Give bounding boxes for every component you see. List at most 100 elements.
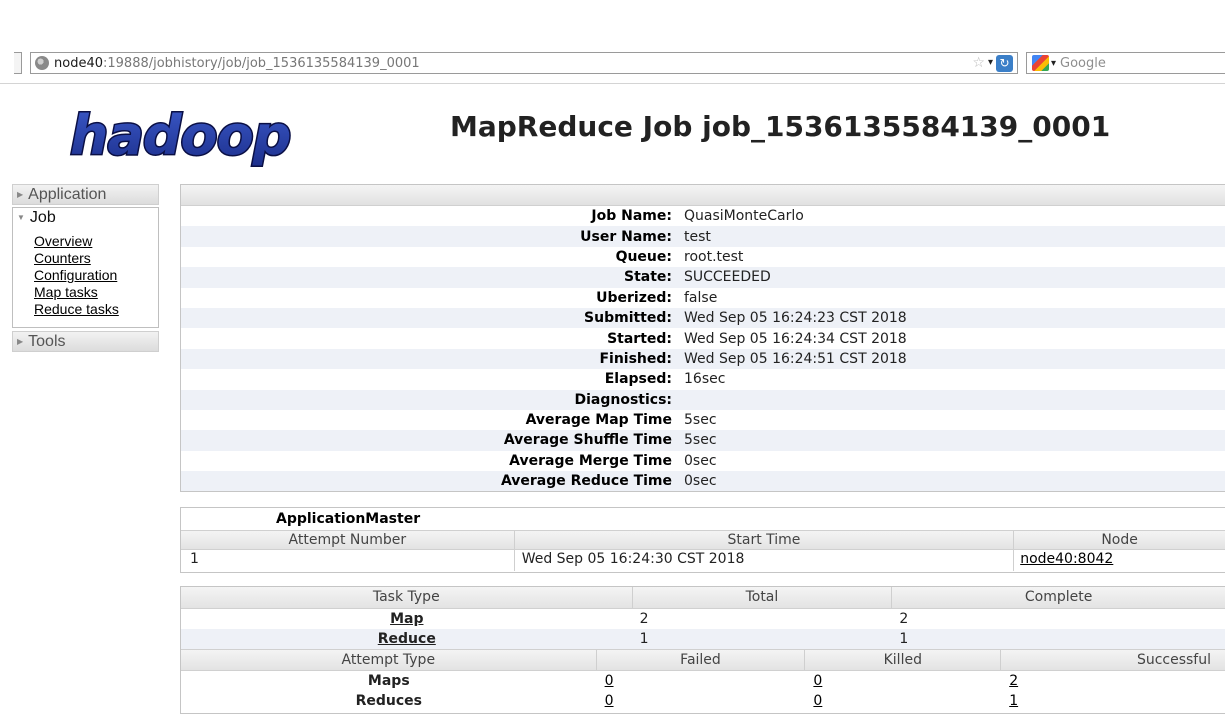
node-cell: node40:8042 xyxy=(1014,550,1225,571)
job-links: Overview Counters Configuration Map task… xyxy=(13,228,158,318)
map-tasks-link[interactable]: Map xyxy=(390,611,423,627)
info-label: Submitted: xyxy=(584,310,672,327)
info-value: SUCCEEDED xyxy=(684,269,771,286)
search-engine-dropdown-icon[interactable]: ▾ xyxy=(1051,58,1056,69)
task-type-cell: Reduce xyxy=(181,631,633,647)
failed-maps-link[interactable]: 0 xyxy=(605,673,614,689)
nav-link-counters[interactable]: Counters xyxy=(34,250,158,267)
task-header-row: Task Type Total Complete xyxy=(181,587,1225,609)
failed-cell: 0 xyxy=(597,673,806,689)
column-start-time[interactable]: Start Time xyxy=(515,531,1015,549)
job-info-table: Job Name: QuasiMonteCarlo User Name: test Qu… xyxy=(180,184,1225,492)
attempt-number-cell: 1 xyxy=(181,550,515,571)
job-info-rows: Job Name: QuasiMonteCarlo User Name: test Qu… xyxy=(181,206,1225,492)
nav-section-label: Application xyxy=(28,186,107,203)
search-engine-icon[interactable] xyxy=(1032,55,1049,71)
nav-link-overview[interactable]: Overview xyxy=(34,233,158,250)
killed-maps-link[interactable]: 0 xyxy=(813,673,822,689)
column-node[interactable]: Node xyxy=(1014,531,1225,549)
task-summary-table: Task Type Total Complete Map 2 2 Reduce … xyxy=(180,586,1225,714)
info-label: Queue: xyxy=(615,248,672,265)
info-label: Diagnostics: xyxy=(574,391,672,408)
expanded-triangle-icon: ▼ xyxy=(17,213,25,222)
nav-section-tools[interactable]: ▶ Tools xyxy=(12,331,159,352)
info-row: Average Map Time 5sec xyxy=(181,410,1225,430)
attempt-type-cell: Maps xyxy=(367,673,410,689)
table-row: 1 Wed Sep 05 16:24:30 CST 2018 node40:80… xyxy=(181,550,1225,571)
info-row: Queue: root.test xyxy=(181,247,1225,267)
node-link[interactable]: node40:8042 xyxy=(1020,551,1113,567)
info-value: false xyxy=(684,289,718,306)
table-row: Reduce 1 1 xyxy=(181,629,1225,649)
successful-cell: 1 xyxy=(1001,693,1225,709)
killed-cell: 0 xyxy=(805,693,1001,709)
task-type-cell: Map xyxy=(181,611,633,627)
application-master-header-row: Attempt Number Start Time Node xyxy=(181,530,1225,550)
info-label: Finished: xyxy=(599,350,672,367)
info-label: Uberized: xyxy=(596,289,672,306)
successful-reduces-link[interactable]: 1 xyxy=(1009,693,1018,709)
globe-icon xyxy=(35,56,49,70)
column-task-type[interactable]: Task Type xyxy=(181,587,633,608)
browser-toolbar: node40:19888/jobhistory/job/job_15361355… xyxy=(0,0,1225,84)
attempt-header-row: Attempt Type Failed Killed Successful xyxy=(181,649,1225,671)
info-row: User Name: test xyxy=(181,226,1225,247)
failed-cell: 0 xyxy=(597,693,806,709)
left-navigation: ▶ Application ▼ Job Overview Counters Conf… xyxy=(12,184,159,352)
nav-link-reduce-tasks[interactable]: Reduce tasks xyxy=(34,301,158,318)
successful-maps-link[interactable]: 2 xyxy=(1009,673,1018,689)
info-row: Finished: Wed Sep 05 16:24:51 CST 2018 xyxy=(181,348,1225,370)
info-row: Job Name: QuasiMonteCarlo xyxy=(181,206,1225,226)
column-killed[interactable]: Killed xyxy=(805,650,1002,670)
column-failed[interactable]: Failed xyxy=(597,650,806,670)
info-label: Average Reduce Time xyxy=(500,473,672,490)
info-value: QuasiMonteCarlo xyxy=(684,208,804,225)
start-time-cell: Wed Sep 05 16:24:30 CST 2018 xyxy=(515,550,1015,571)
column-total[interactable]: Total xyxy=(633,587,893,608)
search-bar[interactable]: ▾ Google xyxy=(1026,52,1225,74)
nav-section-application[interactable]: ▶ Application xyxy=(12,184,159,205)
application-master-title: ApplicationMaster xyxy=(276,511,421,527)
info-value: 0sec xyxy=(684,452,717,469)
column-attempt-number[interactable]: Attempt Number xyxy=(181,531,515,549)
complete-cell: 2 xyxy=(899,611,909,627)
application-master-table: ApplicationMaster Attempt Number Start T… xyxy=(180,507,1225,573)
info-value: root.test xyxy=(684,248,744,265)
logo-wordmark: hadoop xyxy=(70,104,290,167)
info-value: 16sec xyxy=(684,371,726,388)
failed-reduces-link[interactable]: 0 xyxy=(605,693,614,709)
info-row: Average Merge Time 0sec xyxy=(181,451,1225,471)
info-value: Wed Sep 05 16:24:23 CST 2018 xyxy=(684,310,907,327)
address-bar[interactable]: node40:19888/jobhistory/job/job_15361355… xyxy=(30,52,1018,74)
attempt-type-cell: Reduces xyxy=(355,693,422,709)
info-label: Average Shuffle Time xyxy=(503,432,672,449)
info-row: Diagnostics: xyxy=(181,389,1225,410)
killed-reduces-link[interactable]: 0 xyxy=(813,693,822,709)
column-successful[interactable]: Successful xyxy=(1001,650,1225,670)
toolbar-button-edge[interactable] xyxy=(14,52,22,74)
info-value: test xyxy=(684,228,711,245)
column-attempt-type[interactable]: Attempt Type xyxy=(181,650,597,670)
info-label: Started: xyxy=(607,330,672,347)
reload-icon[interactable]: ↻ xyxy=(996,54,1013,72)
url-text[interactable]: node40:19888/jobhistory/job/job_15361355… xyxy=(54,56,420,71)
nav-section-job-header[interactable]: ▼ Job xyxy=(13,208,158,228)
info-row: Submitted: Wed Sep 05 16:24:23 CST 2018 xyxy=(181,307,1225,329)
reduce-tasks-link[interactable]: Reduce xyxy=(378,631,436,647)
info-row: Average Reduce Time 0sec xyxy=(181,471,1225,492)
info-label: Average Map Time xyxy=(525,412,672,429)
column-complete[interactable]: Complete xyxy=(892,587,1225,608)
hadoop-logo[interactable]: hadoop xyxy=(22,98,312,170)
history-dropdown-icon[interactable]: ▾ xyxy=(988,54,993,72)
info-value: Wed Sep 05 16:24:51 CST 2018 xyxy=(684,350,907,367)
nav-link-map-tasks[interactable]: Map tasks xyxy=(34,284,158,301)
info-value: Wed Sep 05 16:24:34 CST 2018 xyxy=(684,330,907,347)
nav-link-configuration[interactable]: Configuration xyxy=(34,267,158,284)
successful-cell: 2 xyxy=(1001,673,1225,689)
info-label: Elapsed: xyxy=(604,371,672,388)
star-icon[interactable]: ☆ xyxy=(972,54,985,72)
info-row: Uberized: false xyxy=(181,288,1225,308)
info-label: Average Merge Time xyxy=(509,452,672,469)
nav-section-label: Job xyxy=(29,209,56,227)
table-row: Maps 0 0 2 xyxy=(181,671,1225,691)
